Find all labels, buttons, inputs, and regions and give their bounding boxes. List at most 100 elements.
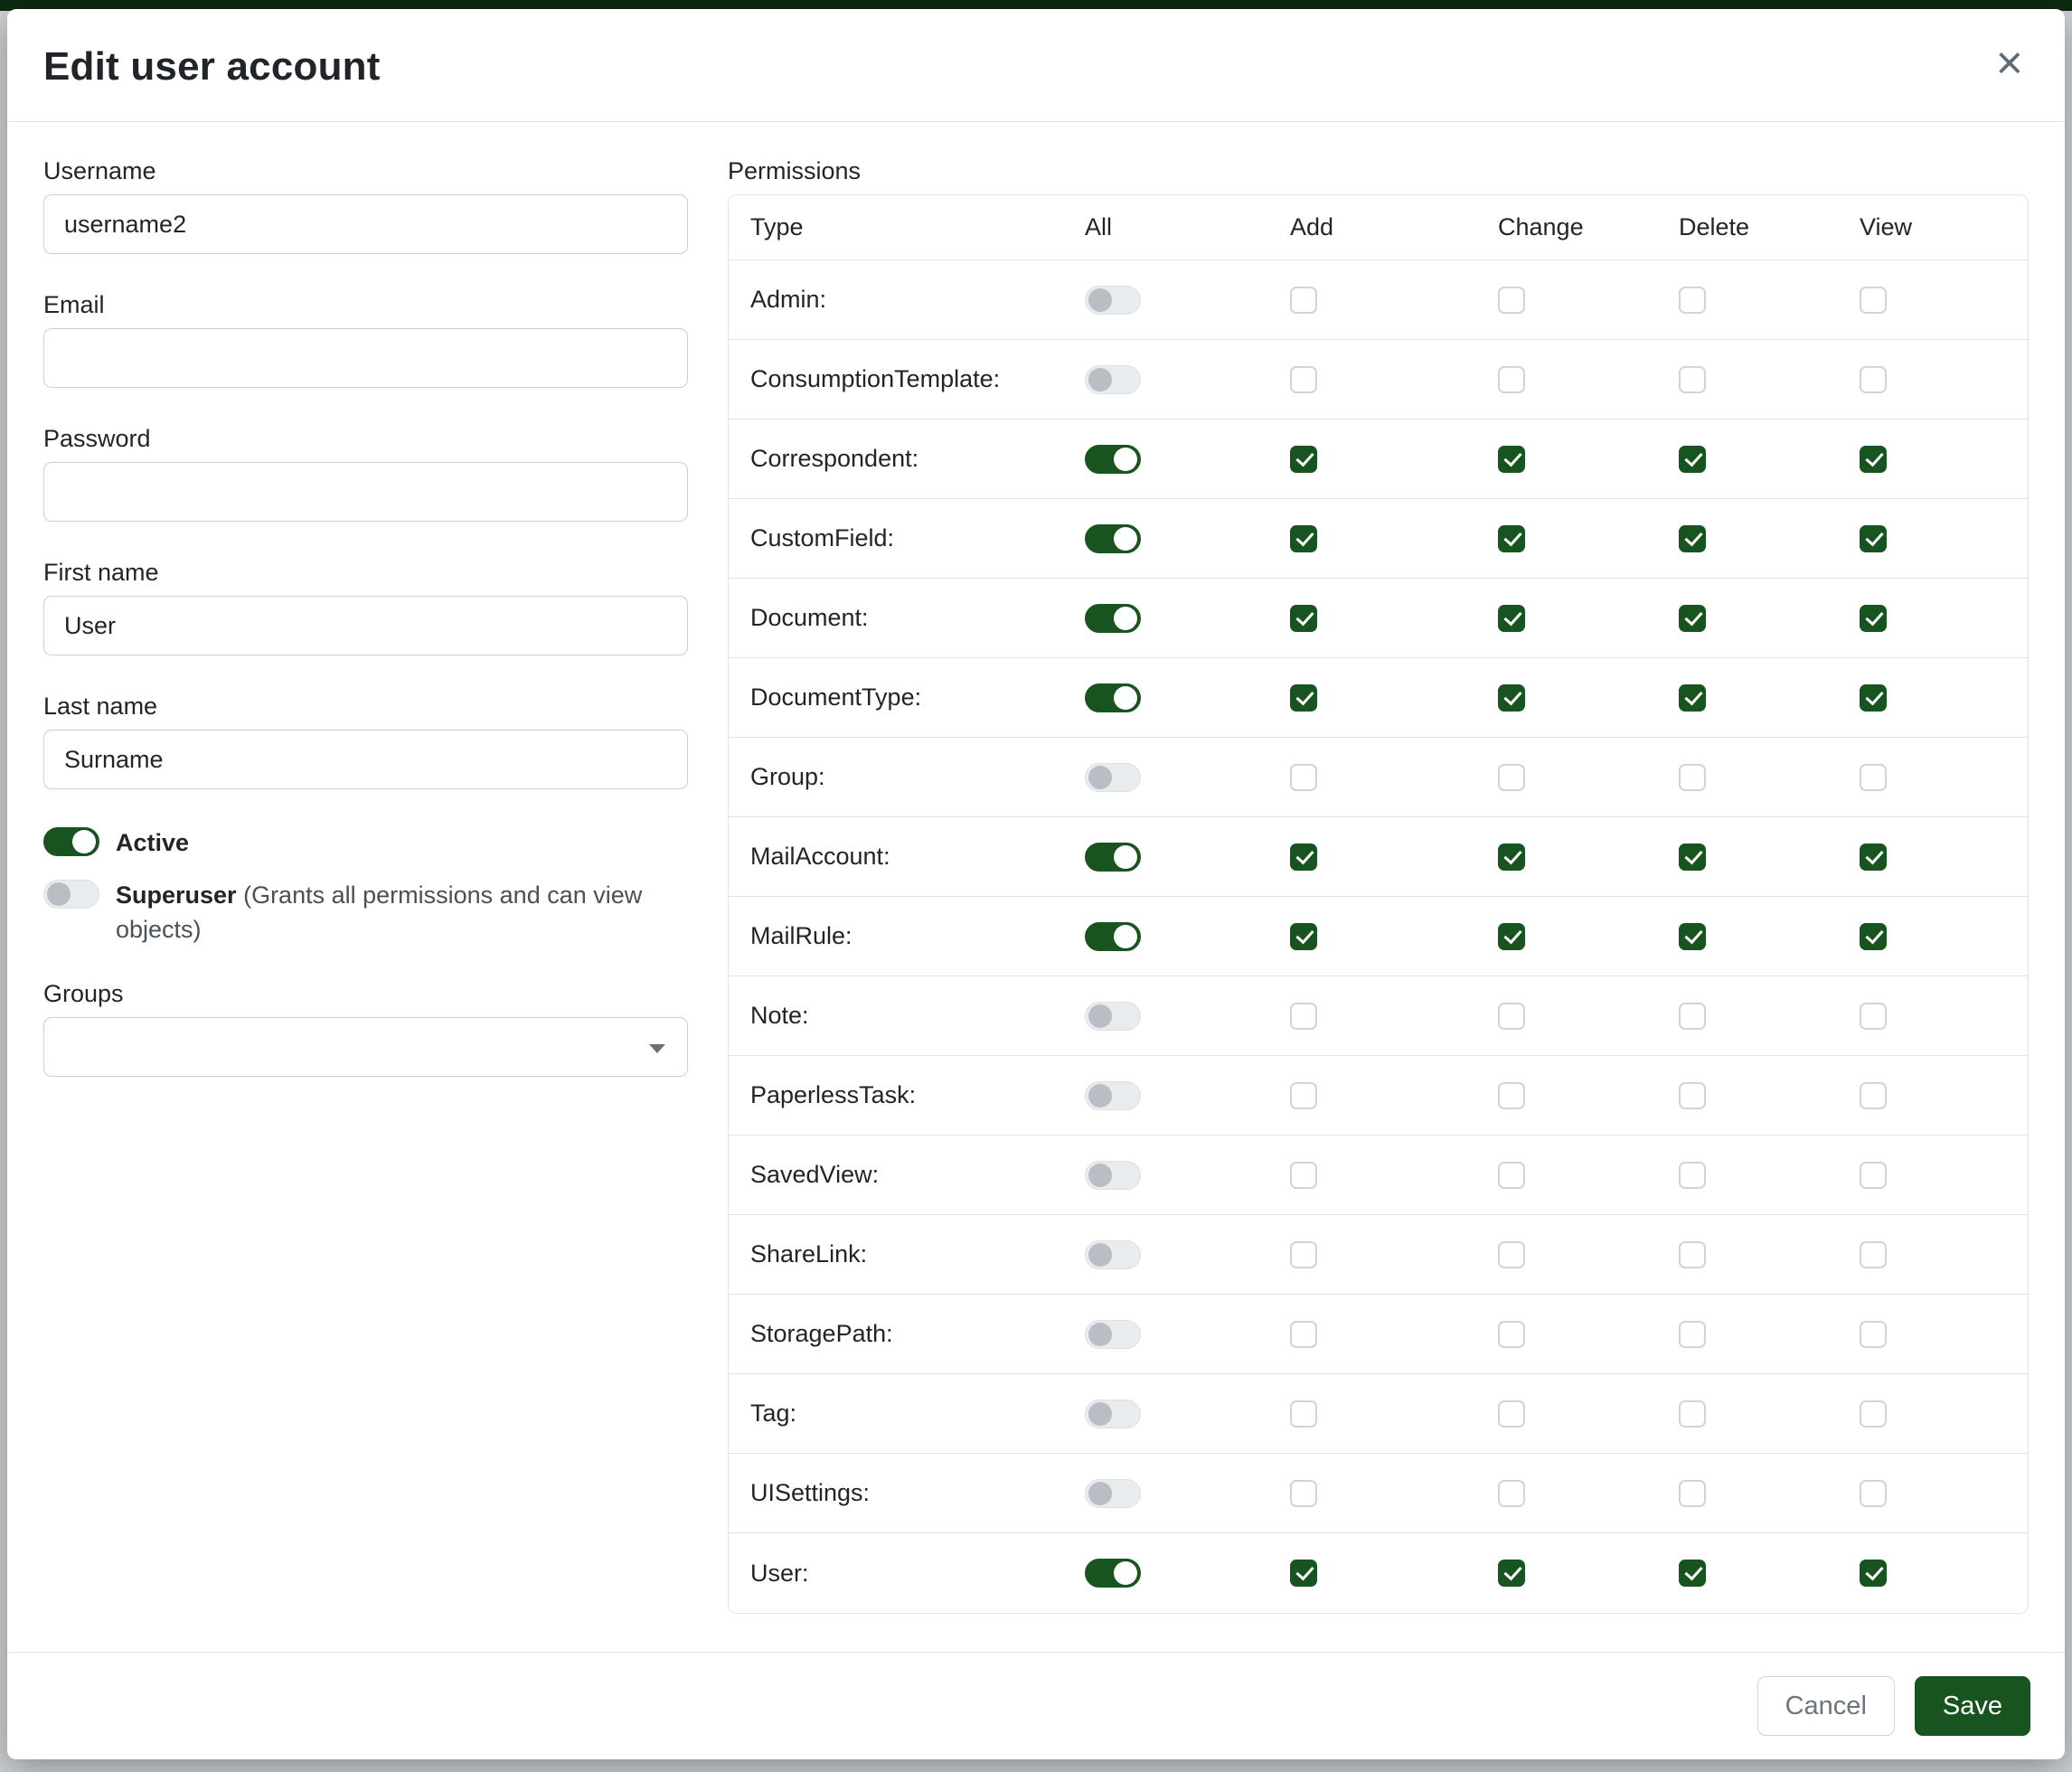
permission-change-checkbox[interactable] [1498,525,1525,552]
permission-change-checkbox[interactable] [1498,1400,1525,1428]
permission-change-checkbox[interactable] [1498,366,1525,393]
permission-delete-checkbox[interactable] [1679,764,1706,791]
permission-change-checkbox[interactable] [1498,923,1525,950]
permission-delete-checkbox[interactable] [1679,605,1706,632]
permission-all-cell [1085,365,1290,394]
permission-delete-checkbox[interactable] [1679,446,1706,473]
permission-delete-checkbox[interactable] [1679,1162,1706,1189]
permission-view-checkbox[interactable] [1860,1400,1887,1428]
permission-view-checkbox[interactable] [1860,605,1887,632]
permission-add-checkbox[interactable] [1290,366,1317,393]
permission-all-toggle[interactable] [1085,1002,1141,1031]
permission-all-toggle[interactable] [1085,365,1141,394]
permission-change-checkbox[interactable] [1498,1241,1525,1268]
permission-view-checkbox[interactable] [1860,1480,1887,1507]
permission-delete-checkbox[interactable] [1679,287,1706,314]
permission-add-checkbox[interactable] [1290,1560,1317,1587]
permission-add-checkbox[interactable] [1290,605,1317,632]
permission-all-toggle[interactable] [1085,922,1141,951]
permission-view-checkbox[interactable] [1860,1241,1887,1268]
permission-all-toggle[interactable] [1085,286,1141,315]
permission-all-toggle[interactable] [1085,843,1141,872]
permission-add-checkbox[interactable] [1290,1162,1317,1189]
permission-view-checkbox[interactable] [1860,1003,1887,1030]
permission-change-checkbox[interactable] [1498,605,1525,632]
permission-all-toggle[interactable] [1085,1559,1141,1588]
permission-change-checkbox[interactable] [1498,844,1525,871]
permission-add-checkbox[interactable] [1290,844,1317,871]
permission-all-toggle[interactable] [1085,1320,1141,1349]
permission-change-checkbox[interactable] [1498,1321,1525,1348]
permission-view-checkbox[interactable] [1860,1082,1887,1109]
permission-delete-checkbox[interactable] [1679,366,1706,393]
permission-delete-checkbox[interactable] [1679,1400,1706,1428]
permission-delete-checkbox[interactable] [1679,1241,1706,1268]
permission-add-checkbox[interactable] [1290,1480,1317,1507]
permission-delete-checkbox[interactable] [1679,1321,1706,1348]
permission-view-checkbox[interactable] [1860,446,1887,473]
permission-change-checkbox[interactable] [1498,1003,1525,1030]
permission-add-checkbox[interactable] [1290,923,1317,950]
cancel-button[interactable]: Cancel [1757,1676,1895,1736]
permission-view-checkbox[interactable] [1860,1162,1887,1189]
permission-add-checkbox[interactable] [1290,1082,1317,1109]
permission-view-checkbox[interactable] [1860,525,1887,552]
permission-all-toggle[interactable] [1085,1081,1141,1110]
permission-change-checkbox[interactable] [1498,1560,1525,1587]
permission-all-toggle[interactable] [1085,1161,1141,1190]
permission-view-checkbox[interactable] [1860,366,1887,393]
first-name-input[interactable] [43,596,688,655]
permission-view-checkbox[interactable] [1860,844,1887,871]
permission-all-cell [1085,445,1290,474]
permission-add-checkbox[interactable] [1290,1003,1317,1030]
permission-add-checkbox[interactable] [1290,1400,1317,1428]
permission-add-checkbox[interactable] [1290,1241,1317,1268]
permission-add-checkbox[interactable] [1290,1321,1317,1348]
permission-change-checkbox[interactable] [1498,1480,1525,1507]
permission-add-checkbox[interactable] [1290,525,1317,552]
permission-change-checkbox[interactable] [1498,684,1525,712]
permission-view-checkbox[interactable] [1860,1560,1887,1587]
permission-add-checkbox[interactable] [1290,764,1317,791]
permission-delete-checkbox[interactable] [1679,1003,1706,1030]
permission-all-toggle[interactable] [1085,683,1141,712]
permission-add-checkbox[interactable] [1290,684,1317,712]
permission-all-toggle[interactable] [1085,604,1141,633]
permission-view-checkbox[interactable] [1860,764,1887,791]
column-header-change: Change [1498,213,1679,241]
permission-change-checkbox[interactable] [1498,764,1525,791]
email-input[interactable] [43,328,688,388]
permission-delete-checkbox[interactable] [1679,1560,1706,1587]
permission-add-checkbox[interactable] [1290,446,1317,473]
permission-change-checkbox[interactable] [1498,1082,1525,1109]
superuser-toggle[interactable] [43,880,99,909]
permission-row: Note: [729,976,2028,1056]
permission-all-toggle[interactable] [1085,1400,1141,1428]
permission-all-toggle[interactable] [1085,1479,1141,1508]
last-name-input[interactable] [43,730,688,789]
permission-delete-checkbox[interactable] [1679,1480,1706,1507]
permission-delete-checkbox[interactable] [1679,923,1706,950]
active-toggle[interactable] [43,827,99,856]
permission-delete-checkbox[interactable] [1679,1082,1706,1109]
permission-change-checkbox[interactable] [1498,446,1525,473]
permission-all-toggle[interactable] [1085,1240,1141,1269]
permission-all-toggle[interactable] [1085,524,1141,553]
close-icon[interactable]: × [1991,45,2029,81]
permission-view-checkbox[interactable] [1860,287,1887,314]
username-input[interactable] [43,194,688,254]
permission-change-checkbox[interactable] [1498,1162,1525,1189]
permission-view-checkbox[interactable] [1860,684,1887,712]
groups-select[interactable] [43,1017,688,1077]
permission-all-toggle[interactable] [1085,445,1141,474]
permission-delete-checkbox[interactable] [1679,525,1706,552]
permission-all-toggle[interactable] [1085,763,1141,792]
permission-change-checkbox[interactable] [1498,287,1525,314]
permission-delete-checkbox[interactable] [1679,684,1706,712]
permission-view-checkbox[interactable] [1860,923,1887,950]
permission-view-checkbox[interactable] [1860,1321,1887,1348]
save-button[interactable]: Save [1915,1676,2030,1736]
permission-delete-checkbox[interactable] [1679,844,1706,871]
password-input[interactable] [43,462,688,522]
permission-add-checkbox[interactable] [1290,287,1317,314]
